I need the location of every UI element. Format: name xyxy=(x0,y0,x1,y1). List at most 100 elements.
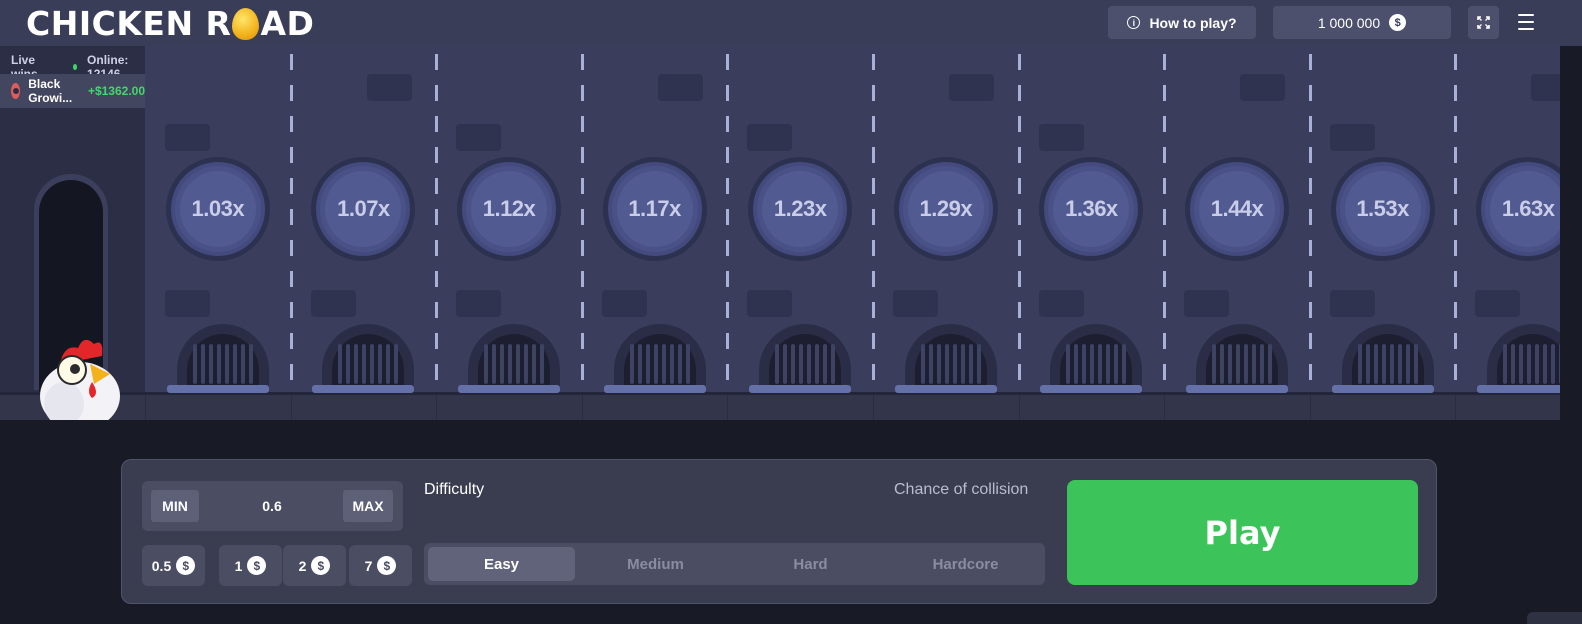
multiplier-value: 1.29x xyxy=(919,196,973,221)
multiplier-ring: 1.36x xyxy=(1044,162,1139,256)
right-gutter xyxy=(1560,46,1582,420)
multiplier-coin[interactable]: 1.63x xyxy=(1476,157,1560,261)
multiplier-coin[interactable]: 1.53x xyxy=(1330,157,1435,261)
corner-tab xyxy=(1527,612,1582,624)
logo-text-right: AD xyxy=(260,3,315,43)
sewer-grate xyxy=(1186,324,1288,393)
multiplier-coin[interactable]: 1.44x xyxy=(1185,157,1289,261)
curb-segment xyxy=(1455,395,1560,420)
quick-bet-label: 7 xyxy=(364,557,373,574)
wall-brick xyxy=(949,74,994,101)
multiplier-value: 1.07x xyxy=(337,196,390,221)
road-game-area: 1.03x 1.07x 1.12x 1.17x 1.23x 1.29x 1.36x 1.44x… xyxy=(0,46,1560,420)
wall-brick xyxy=(657,74,703,101)
quick-bet-button[interactable]: 0.5 $ xyxy=(142,545,205,586)
quick-bet-button[interactable]: 1 $ xyxy=(219,545,282,586)
quick-bet-label: 2 xyxy=(298,557,307,574)
multiplier-value: 1.17x xyxy=(628,196,681,221)
multiplier-value: 1.44x xyxy=(1210,196,1264,221)
multiplier-coin[interactable]: 1.12x xyxy=(457,157,561,261)
lane-divider xyxy=(1163,54,1167,394)
multiplier-coin[interactable]: 1.17x xyxy=(602,157,707,261)
dollar-coin-icon: $ xyxy=(377,556,397,575)
collision-chance-label: Chance of collision xyxy=(894,481,1029,498)
curb-segment xyxy=(1309,395,1456,420)
multiplier-value: 1.63x xyxy=(1501,196,1555,221)
dollar-coin-icon: $ xyxy=(247,556,267,575)
lane-divider xyxy=(580,54,584,394)
egg-icon xyxy=(232,8,260,40)
wall-brick xyxy=(456,124,502,151)
multiplier-coin[interactable]: 1.36x xyxy=(1039,157,1144,261)
wall-brick xyxy=(1329,124,1375,151)
sewer-grate xyxy=(603,324,706,393)
quick-bet-label: 0.5 xyxy=(151,557,172,574)
multiplier-coin[interactable]: 1.03x xyxy=(165,157,270,261)
win-amount: +$1362.00 xyxy=(87,84,145,98)
logo-text-left: CHICKEN R xyxy=(26,3,232,43)
chicken-character xyxy=(40,339,120,420)
bet-amount-field: MIN 0.6 MAX xyxy=(142,481,403,531)
sewer-grate xyxy=(458,324,560,393)
dollar-coin-icon: $ xyxy=(176,556,196,575)
live-win-row: Black Growi... +$1362.00 xyxy=(0,74,145,108)
difficulty-selector: Easy Medium Hard Hardcore xyxy=(424,543,1045,585)
bet-amount-input[interactable]: 0.6 xyxy=(222,490,322,522)
lane-divider xyxy=(726,54,730,394)
avatar xyxy=(11,83,21,99)
lane-divider xyxy=(1454,54,1458,394)
curb-segment xyxy=(290,395,437,420)
wall-brick xyxy=(310,290,356,317)
lane-divider xyxy=(1017,54,1021,394)
quick-bet-button[interactable]: 2 $ xyxy=(283,545,346,586)
difficulty-easy-option[interactable]: Easy xyxy=(428,547,575,581)
top-bar: CHICKEN R AD i How to play? 1 000 000 $ xyxy=(0,0,1582,46)
lane-divider xyxy=(289,54,293,394)
wall-brick xyxy=(456,290,502,317)
curb-segment xyxy=(727,395,873,420)
multiplier-coin[interactable]: 1.23x xyxy=(748,157,853,261)
wall-brick xyxy=(893,290,938,317)
lane-divider xyxy=(435,54,439,394)
multiplier-coin[interactable]: 1.29x xyxy=(893,157,998,261)
curb-segment xyxy=(436,395,582,420)
difficulty-hard-option[interactable]: Hard xyxy=(737,547,884,581)
difficulty-medium-option[interactable]: Medium xyxy=(582,547,729,581)
max-bet-button[interactable]: MAX xyxy=(343,490,393,522)
menu-line xyxy=(1518,21,1534,23)
wall-brick xyxy=(1038,290,1084,317)
wall-brick xyxy=(165,290,210,317)
wall-brick xyxy=(165,124,210,151)
wall-brick xyxy=(1531,74,1560,101)
curb-segment xyxy=(581,395,728,420)
how-to-play-button[interactable]: i How to play? xyxy=(1108,6,1256,39)
fullscreen-button[interactable] xyxy=(1468,6,1499,39)
multiplier-coin[interactable]: 1.07x xyxy=(311,157,416,261)
sewer-grate xyxy=(166,324,269,393)
lane-divider xyxy=(1308,54,1312,394)
sewer-grate xyxy=(1477,324,1560,393)
menu-line xyxy=(1518,28,1534,30)
multiplier-value: 1.53x xyxy=(1356,196,1409,221)
online-dot-icon xyxy=(72,64,78,70)
curb-segment xyxy=(1164,395,1310,420)
multiplier-ring: 1.23x xyxy=(753,162,848,256)
hamburger-menu-button[interactable] xyxy=(1514,12,1538,32)
quick-bet-button[interactable]: 7 $ xyxy=(349,545,412,586)
multiplier-ring: 1.53x xyxy=(1335,162,1430,256)
multiplier-value: 1.36x xyxy=(1065,196,1118,221)
sewer-grate xyxy=(749,324,852,393)
sewer-grate xyxy=(312,324,415,393)
bet-control-panel: MIN 0.6 MAX 0.5 $ 1 $ 2 $ 7 $ Difficulty… xyxy=(121,459,1437,604)
play-button[interactable]: Play xyxy=(1067,480,1418,585)
how-to-play-label: How to play? xyxy=(1149,14,1237,31)
difficulty-label: Difficulty xyxy=(424,481,485,498)
quick-bet-label: 1 xyxy=(234,557,243,574)
lane-divider xyxy=(872,54,875,394)
balance-display: 1 000 000 $ xyxy=(1273,6,1451,39)
difficulty-hardcore-option[interactable]: Hardcore xyxy=(892,547,1039,581)
min-bet-button[interactable]: MIN xyxy=(151,490,199,522)
wall-brick xyxy=(747,124,793,151)
multiplier-value: 1.12x xyxy=(482,196,536,221)
menu-line xyxy=(1518,14,1534,16)
